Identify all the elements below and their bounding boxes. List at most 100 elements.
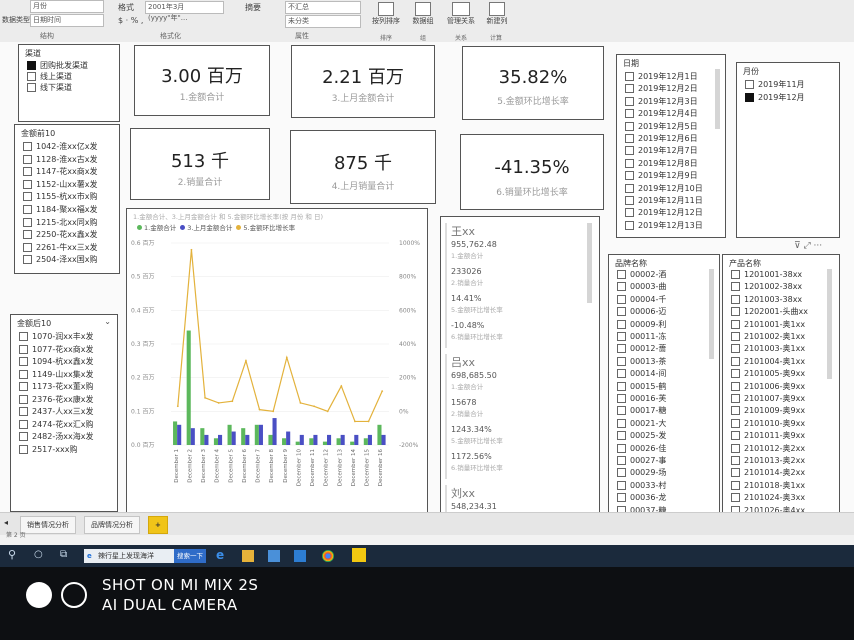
slicer-item[interactable]: 2517-xxx购 <box>19 444 77 455</box>
bar-last-month-amount[interactable] <box>218 434 223 445</box>
checkbox[interactable] <box>23 217 32 227</box>
bar-amount[interactable] <box>282 438 287 445</box>
checkbox[interactable] <box>617 381 626 391</box>
checkbox[interactable] <box>27 61 36 70</box>
slicer-item[interactable]: 1128-淮xx古x发 <box>23 154 97 165</box>
checkbox[interactable] <box>731 294 740 304</box>
slicer-item[interactable]: 2504-泽xx国x购 <box>23 254 97 265</box>
bar-last-month-amount[interactable] <box>327 434 332 445</box>
bar-last-month-amount[interactable] <box>381 434 386 445</box>
slicer-item[interactable]: 00025-发 <box>617 430 666 441</box>
slicer-item[interactable]: 2019年12月13日 <box>625 220 703 231</box>
checkbox[interactable] <box>617 480 626 490</box>
checkbox[interactable] <box>23 179 32 189</box>
growth-rate-point[interactable] <box>272 410 275 413</box>
growth-rate-point[interactable] <box>217 402 220 404</box>
slicer-item[interactable]: 线下渠道 <box>27 82 72 93</box>
add-page-button[interactable]: + <box>148 516 168 534</box>
slicer-item[interactable]: 1202001-头曲xx <box>731 306 808 317</box>
checkbox[interactable] <box>625 96 634 106</box>
checkbox[interactable] <box>617 418 626 428</box>
checkbox[interactable] <box>731 443 740 453</box>
growth-rate-point[interactable] <box>381 390 384 393</box>
checkbox[interactable] <box>617 493 626 503</box>
slicer-item[interactable]: 1149-山xx集x发 <box>19 369 93 380</box>
checkbox[interactable] <box>617 456 626 465</box>
checkbox[interactable] <box>731 456 740 465</box>
bar-last-month-amount[interactable] <box>231 431 236 445</box>
manage-relations-button[interactable]: 管理关系 <box>443 2 479 26</box>
checkbox[interactable] <box>731 480 740 490</box>
slicer-item[interactable]: 2019年12月2日 <box>625 83 698 94</box>
sort-by-column-button[interactable]: 按列排序 <box>372 2 400 26</box>
checkbox[interactable] <box>625 134 634 143</box>
slicer-item[interactable]: 00002-酒 <box>617 269 666 280</box>
slicer-item[interactable]: 00009-利 <box>617 319 666 330</box>
slicer-item[interactable]: 2482-汤xx海x发 <box>19 431 93 442</box>
checkbox[interactable] <box>617 356 626 366</box>
nav-left-icon[interactable]: ◂ <box>4 518 8 527</box>
checkbox[interactable] <box>23 192 32 202</box>
checkbox[interactable] <box>731 468 740 478</box>
slicer-item[interactable]: 1070-润xx丰x发 <box>19 331 93 342</box>
edge-icon[interactable]: e <box>216 548 228 562</box>
slicer-item[interactable]: 2101010-奥9xx <box>731 418 805 429</box>
growth-rate-point[interactable] <box>176 405 179 408</box>
growth-rate-point[interactable] <box>326 410 329 413</box>
checkbox[interactable] <box>625 171 634 181</box>
slicer-item[interactable]: 00016-芙 <box>617 393 666 404</box>
slicer-item[interactable]: 2101007-奥9xx <box>731 393 805 404</box>
growth-rate-point[interactable] <box>204 396 206 399</box>
checkbox[interactable] <box>23 230 32 240</box>
checkbox[interactable] <box>731 406 740 416</box>
slicer-item[interactable]: 1042-淮xx亿x发 <box>23 141 97 152</box>
slicer-item[interactable]: 00015-鹤 <box>617 381 666 392</box>
filter-icon[interactable]: ⊽ <box>794 241 801 251</box>
checkbox[interactable] <box>23 205 32 214</box>
growth-rate-line[interactable] <box>177 249 383 423</box>
slicer-item[interactable]: 2261-牛xx三x发 <box>23 242 97 253</box>
checkbox[interactable] <box>731 307 740 317</box>
slicer-item[interactable]: 00027-事 <box>617 455 666 466</box>
slicer-item[interactable]: 2101018-奥1xx <box>731 480 805 491</box>
tab-sales-analysis[interactable]: 销售情况分析 <box>20 516 76 534</box>
slicer-item[interactable]: 1173-花xx董x购 <box>19 381 93 392</box>
slicer-item[interactable]: 2101002-奥1xx <box>731 331 805 342</box>
slicer-item[interactable]: 2019年12月3日 <box>625 96 698 107</box>
field-name-input[interactable]: 月份 <box>30 0 104 13</box>
checkbox[interactable] <box>617 294 626 304</box>
slicer-item[interactable]: 2101001-奥1xx <box>731 319 805 330</box>
checkbox[interactable] <box>617 431 626 441</box>
checkbox[interactable] <box>731 418 740 428</box>
category-dropdown[interactable]: 未分类 <box>285 15 361 28</box>
growth-rate-point[interactable] <box>313 405 315 408</box>
bar-amount[interactable] <box>200 428 205 445</box>
format-dropdown[interactable]: 2001年3月 (yyyy"年"... <box>145 1 224 22</box>
checkbox[interactable] <box>625 220 634 230</box>
slicer-item[interactable]: 1147-花xx商x发 <box>23 166 97 177</box>
checkbox[interactable] <box>19 369 28 379</box>
scrollbar[interactable] <box>587 223 592 303</box>
growth-rate-point[interactable] <box>340 385 343 387</box>
checkbox[interactable] <box>19 444 28 454</box>
checkbox[interactable] <box>23 255 32 265</box>
checkbox[interactable] <box>731 344 740 354</box>
bar-amount[interactable] <box>241 428 246 445</box>
checkbox[interactable] <box>617 468 626 478</box>
slicer-item[interactable]: 2019年11月 <box>745 79 805 90</box>
slicer-item[interactable]: 2101013-奥2xx <box>731 455 805 466</box>
checkbox[interactable] <box>19 344 28 354</box>
slicer-item[interactable]: 2019年12月8日 <box>625 158 698 169</box>
bar-amount[interactable] <box>213 438 219 445</box>
visual-header-icons[interactable]: ⊽ ⤢ ··· <box>794 241 822 251</box>
slicer-item[interactable]: 1094-杭xx鑫x发 <box>19 356 93 367</box>
checkbox[interactable] <box>23 154 32 164</box>
slicer-item[interactable]: 00013-茶 <box>617 356 666 367</box>
slicer-item[interactable]: 2474-花xx汇x购 <box>19 419 93 430</box>
slicer-item[interactable]: 2019年12月5日 <box>625 121 698 132</box>
bar-amount[interactable] <box>295 441 300 445</box>
slicer-item[interactable]: 00004-千 <box>617 294 666 305</box>
mail-icon[interactable] <box>294 550 306 562</box>
checkbox[interactable] <box>625 196 634 205</box>
tab-brand-analysis[interactable]: 品牌情况分析 <box>84 516 140 534</box>
